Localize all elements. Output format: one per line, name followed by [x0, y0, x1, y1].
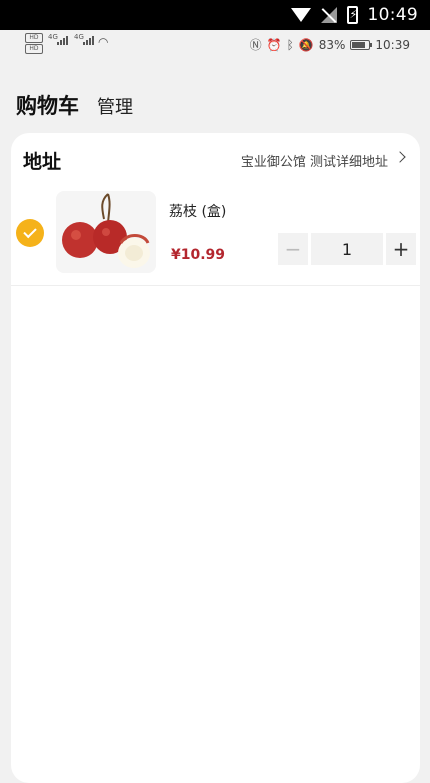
battery-icon — [350, 39, 373, 50]
no-signal-icon — [320, 7, 337, 23]
product-image[interactable] — [56, 191, 156, 273]
bluetooth-icon: ᛒ — [286, 37, 294, 52]
quantity-value[interactable]: 1 — [311, 233, 383, 265]
page-title: 购物车 — [16, 94, 79, 118]
app-status-icons: Ⓝ ⏰ ᛒ 🔕 83% 10:39 — [250, 36, 410, 53]
address-label: 地址 — [23, 151, 62, 173]
system-status-bar: ⚡ 10:49 — [0, 0, 430, 30]
status-time: 10:39 — [375, 37, 410, 52]
nfc-icon: Ⓝ — [249, 38, 262, 52]
address-row[interactable]: 地址 宝业御公馆 测试详细地址 — [11, 133, 420, 185]
mute-icon: 🔕 — [298, 37, 314, 52]
cart-item: 荔枝 (盒) ¥10.99 − 1 + — [11, 185, 420, 286]
system-status-icons: ⚡ 10:49 — [290, 5, 419, 25]
system-time: 10:49 — [367, 5, 418, 25]
cart-card: 地址 宝业御公馆 测试详细地址 荔枝 (盒) ¥10.99 − 1 + — [11, 133, 420, 783]
alarm-icon: ⏰ — [266, 37, 282, 52]
quantity-stepper: − 1 + — [278, 233, 416, 265]
battery-percent: 83% — [318, 37, 346, 52]
signal-icon-2 — [83, 36, 94, 45]
item-checkbox[interactable] — [16, 219, 44, 247]
decrease-button[interactable]: − — [278, 233, 308, 265]
manage-button[interactable]: 管理 — [97, 93, 133, 119]
address-value: 宝业御公馆 测试详细地址 — [240, 155, 388, 170]
page-header: 购物车 管理 — [16, 90, 133, 118]
wifi-icon — [290, 8, 311, 22]
increase-button[interactable]: + — [386, 233, 416, 265]
product-price: ¥10.99 — [171, 247, 226, 263]
wifi-small-icon: ◠ — [98, 35, 109, 49]
product-name: 荔枝 (盒) — [169, 204, 227, 220]
signal-icon — [57, 36, 68, 45]
chevron-right-icon — [394, 151, 406, 163]
battery-charging-icon: ⚡ — [346, 6, 358, 24]
app-status-bar: HD HD 4G 4G ◠ Ⓝ ⏰ ᛒ 🔕 83% 10:39 — [0, 30, 430, 58]
hd-icon: HD HD — [25, 33, 43, 55]
